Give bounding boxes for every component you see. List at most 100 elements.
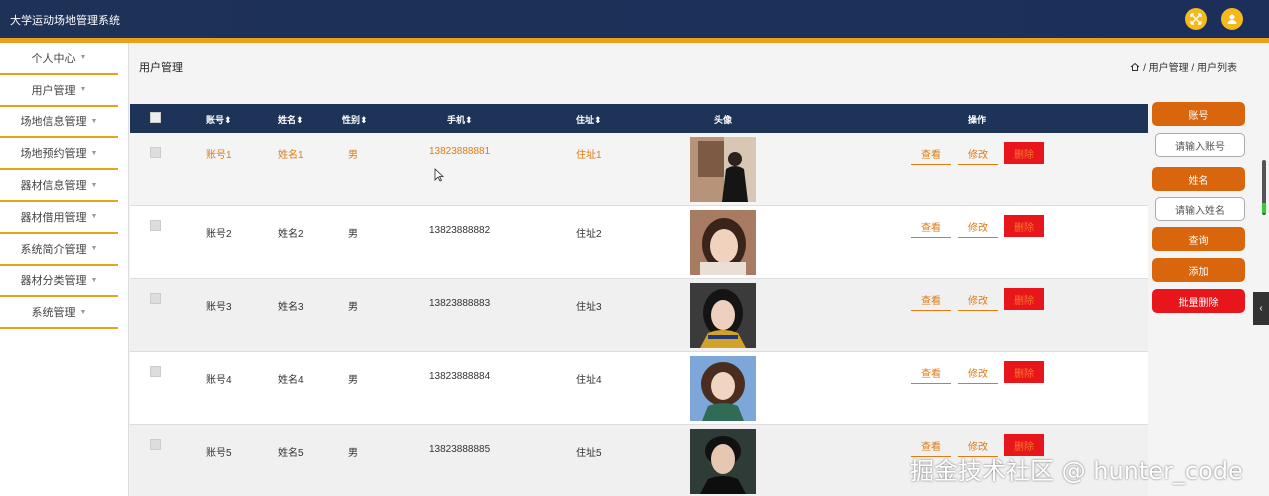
sidebar-item-label: 个人中心: [31, 52, 76, 65]
sidebar-item-label: 用户管理: [31, 84, 76, 97]
delete-button[interactable]: 删除: [1004, 142, 1044, 164]
cell-name: 姓名5: [278, 448, 304, 459]
scroll-indicator: [1262, 203, 1266, 213]
caret-down-icon: ▼: [79, 308, 87, 316]
delete-button[interactable]: 删除: [1004, 361, 1044, 383]
sidebar-item-label: 系统管理: [31, 307, 76, 320]
table-row: 账号3 姓名3 男 13823888883 住址3 查看 修改 删除: [130, 279, 1148, 352]
sidebar-item-personal-center[interactable]: 个人中心 ▼: [0, 43, 118, 75]
cell-phone: 13823888884: [429, 371, 491, 382]
cell-account: 账号5: [206, 448, 232, 459]
caret-down-icon: ▼: [90, 181, 98, 189]
name-label-button: 姓名: [1152, 167, 1245, 191]
cell-gender: 男: [348, 150, 358, 161]
table-row: 账号2 姓名2 男 13823888882 住址2 查看 修改 删除: [130, 206, 1148, 279]
cell-phone: 13823888881: [429, 146, 491, 157]
cell-address: 住址1: [576, 150, 602, 161]
sidebar-item-venue-info[interactable]: 场地信息管理 ▼: [0, 106, 118, 139]
top-bar: 大学运动场地管理系统: [0, 0, 1269, 38]
cell-account: 账号2: [206, 229, 232, 240]
account-search-input[interactable]: 请输入账号: [1155, 133, 1245, 157]
caret-down-icon: ▼: [79, 86, 87, 94]
sidebar-item-label: 器材借用管理: [20, 211, 87, 224]
page-title: 用户管理: [139, 62, 183, 74]
view-button[interactable]: 查看: [911, 362, 951, 384]
caret-down-icon: ▼: [90, 117, 98, 125]
caret-down-icon: ▼: [90, 276, 98, 284]
cell-account: 账号4: [206, 375, 232, 386]
view-button[interactable]: 查看: [911, 143, 951, 165]
avatar: [690, 356, 756, 421]
cell-name: 姓名4: [278, 375, 304, 386]
header-phone[interactable]: 手机⬍: [447, 113, 473, 126]
sidebar-item-label: 系统简介管理: [20, 243, 87, 256]
sort-icon: ⬍: [296, 115, 304, 125]
edit-button[interactable]: 修改: [958, 362, 998, 384]
user-avatar-icon[interactable]: [1221, 8, 1243, 30]
row-checkbox[interactable]: [150, 293, 161, 304]
cell-gender: 男: [348, 229, 358, 240]
sidebar-item-equipment-info[interactable]: 器材信息管理 ▼: [0, 170, 118, 202]
row-checkbox[interactable]: [150, 439, 161, 450]
collapse-panel-tab[interactable]: ‹: [1253, 292, 1269, 325]
row-checkbox[interactable]: [150, 220, 161, 231]
cell-gender: 男: [348, 302, 358, 313]
fullscreen-icon[interactable]: [1185, 8, 1207, 30]
cell-account: 账号1: [206, 150, 232, 161]
user-table: 账号⬍ 姓名⬍ 性别⬍ 手机⬍ 住址⬍ 头像 操作 账号1 姓名1 男 1382…: [130, 104, 1148, 496]
cell-address: 住址4: [576, 375, 602, 386]
avatar: [690, 137, 756, 202]
top-accent-line: [0, 38, 1269, 43]
edit-button[interactable]: 修改: [958, 289, 998, 311]
breadcrumb-text: / 用户管理 / 用户列表: [1143, 63, 1237, 74]
header-account[interactable]: 账号⬍: [206, 113, 232, 126]
caret-down-icon: ▼: [90, 213, 98, 221]
sort-icon: ⬍: [594, 115, 602, 125]
add-button[interactable]: 添加: [1152, 258, 1245, 282]
cell-phone: 13823888882: [429, 225, 491, 236]
header-name[interactable]: 姓名⬍: [278, 113, 304, 126]
sort-icon: ⬍: [465, 115, 473, 125]
chevron-left-icon: ‹: [1259, 303, 1263, 314]
delete-button[interactable]: 删除: [1004, 215, 1044, 237]
header-address[interactable]: 住址⬍: [576, 113, 602, 126]
avatar: [690, 429, 756, 494]
header-gender[interactable]: 性别⬍: [342, 113, 368, 126]
cell-name: 姓名2: [278, 229, 304, 240]
sidebar-item-system-management[interactable]: 系统管理 ▼: [0, 297, 118, 330]
caret-down-icon: ▼: [79, 54, 87, 62]
delete-button[interactable]: 删除: [1004, 288, 1044, 310]
view-button[interactable]: 查看: [911, 289, 951, 311]
edit-button[interactable]: 修改: [958, 216, 998, 238]
row-checkbox[interactable]: [150, 147, 161, 158]
query-button[interactable]: 查询: [1152, 227, 1245, 251]
cell-phone: 13823888883: [429, 298, 491, 309]
batch-delete-button[interactable]: 批量删除: [1152, 289, 1245, 313]
sidebar-item-label: 场地预约管理: [20, 148, 87, 161]
cell-gender: 男: [348, 375, 358, 386]
cell-name: 姓名1: [278, 150, 304, 161]
sidebar-item-label: 器材信息管理: [20, 180, 87, 193]
edit-button[interactable]: 修改: [958, 143, 998, 165]
caret-down-icon: ▼: [90, 149, 98, 157]
mouse-cursor-icon: [434, 168, 444, 182]
home-icon[interactable]: [1130, 62, 1140, 72]
sidebar-item-venue-booking[interactable]: 场地预约管理 ▼: [0, 138, 118, 171]
account-label-button: 账号: [1152, 102, 1245, 126]
select-all-checkbox[interactable]: [150, 112, 161, 123]
row-checkbox[interactable]: [150, 366, 161, 377]
sidebar-item-label: 场地信息管理: [20, 116, 87, 129]
header-avatar: 头像: [714, 115, 733, 125]
sidebar-item-equipment-borrow[interactable]: 器材借用管理 ▼: [0, 201, 118, 234]
cell-address: 住址3: [576, 302, 602, 313]
view-button[interactable]: 查看: [911, 216, 951, 238]
sidebar-item-system-intro[interactable]: 系统简介管理 ▼: [0, 233, 118, 266]
table-header: 账号⬍ 姓名⬍ 性别⬍ 手机⬍ 住址⬍ 头像 操作: [130, 104, 1148, 133]
table-row: 账号1 姓名1 男 13823888881 住址1 查看 修改 删除: [130, 133, 1148, 206]
avatar: [690, 210, 756, 275]
avatar: [690, 283, 756, 348]
sidebar-item-equipment-category[interactable]: 器材分类管理 ▼: [0, 265, 118, 298]
name-search-input[interactable]: 请输入姓名: [1155, 197, 1245, 221]
sort-icon: ⬍: [360, 115, 368, 125]
sidebar-item-user-management[interactable]: 用户管理 ▼: [0, 74, 118, 107]
